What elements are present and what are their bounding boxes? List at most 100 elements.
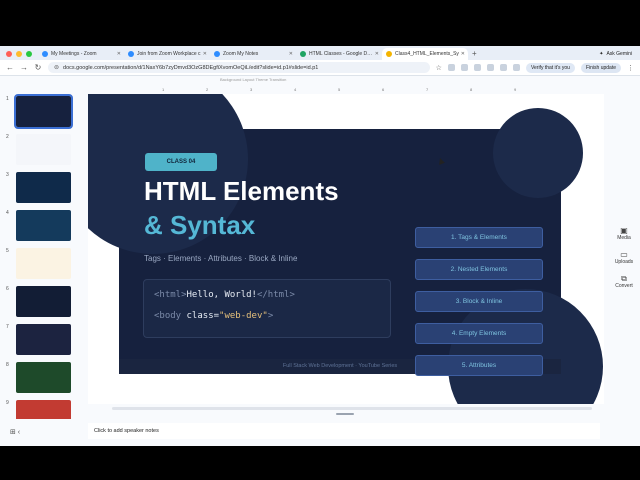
back-icon[interactable]: ←	[6, 63, 14, 72]
notes-resize-handle[interactable]	[336, 413, 354, 415]
tab-title: HTML Classes - Google Drive	[309, 51, 373, 57]
slide-number: 7	[6, 324, 9, 330]
close-tab-icon[interactable]: ✕	[461, 51, 465, 57]
slide-thumbnail[interactable]	[16, 362, 71, 393]
ask-gemini-button[interactable]: ✦ Ask Gemini	[591, 51, 640, 60]
tab-4-active[interactable]: Class4_HTML_Elements_Sy ✕	[382, 48, 468, 60]
close-tab-icon[interactable]: ✕	[289, 51, 293, 57]
minimize-window-icon[interactable]	[16, 51, 22, 57]
ruler-mark: 7	[426, 87, 429, 92]
slide-number: 8	[6, 362, 9, 368]
slide-number: 3	[6, 172, 9, 178]
ruler-mark: 6	[382, 87, 385, 92]
slide-number: 4	[6, 210, 9, 216]
media-label: Media	[617, 235, 631, 241]
extension-icon[interactable]	[473, 64, 481, 71]
extensions-puzzle-icon[interactable]	[499, 64, 507, 71]
slide-number: 6	[6, 286, 9, 292]
thumbnail-row[interactable]: 5	[6, 248, 71, 279]
new-tab-icon[interactable]: +	[468, 49, 481, 60]
ruler-mark: 2	[206, 87, 209, 92]
bookmark-star-icon[interactable]: ☆	[436, 64, 442, 72]
close-window-icon[interactable]	[6, 51, 12, 57]
slide-thumbnail[interactable]	[16, 248, 71, 279]
tab-2[interactable]: Zoom My Notes ✕	[210, 48, 296, 60]
ruler-mark: 9	[514, 87, 517, 92]
site-info-icon[interactable]: ⊜	[54, 64, 59, 71]
slide-thumbnail[interactable]	[16, 324, 71, 355]
tab-3[interactable]: HTML Classes - Google Drive ✕	[296, 48, 382, 60]
maximize-window-icon[interactable]	[26, 51, 32, 57]
close-tab-icon[interactable]: ✕	[203, 51, 207, 57]
thumbnail-row[interactable]: 3	[6, 172, 71, 203]
zoom-icon	[214, 51, 220, 57]
thumbnail-row[interactable]: 4	[6, 210, 71, 241]
convert-label: Convert	[615, 283, 633, 289]
slide-number: 2	[6, 134, 9, 140]
finish-update-button[interactable]: Finish update	[580, 62, 621, 73]
tab-1[interactable]: Join from Zoom Workplace c ✕	[124, 48, 210, 60]
thumbnail-row[interactable]: 8	[6, 362, 71, 393]
extension-icon[interactable]	[460, 64, 468, 71]
verify-identity-button[interactable]: Verify that it's you	[525, 62, 575, 73]
extension-icon[interactable]	[447, 64, 455, 71]
thumbnail-row[interactable]: 9	[6, 400, 71, 419]
uploads-button[interactable]: ▭ Uploads	[612, 250, 636, 265]
topic-item: 2. Nested Elements	[415, 259, 543, 280]
slide-thumbnail[interactable]	[16, 286, 71, 317]
tab-title: Class4_HTML_Elements_Sy	[395, 51, 459, 57]
ruler-mark: 5	[338, 87, 341, 92]
thumbnail-row[interactable]: 2	[6, 134, 71, 165]
extension-icon[interactable]	[486, 64, 494, 71]
download-icon[interactable]	[512, 64, 520, 71]
url-field[interactable]: ⊜ docs.google.com/presentation/d/1NaxY6b…	[48, 62, 430, 73]
close-tab-icon[interactable]: ✕	[117, 51, 121, 57]
reload-icon[interactable]: ↻	[34, 63, 42, 72]
slide-number: 1	[6, 96, 9, 102]
zoom-icon	[42, 51, 48, 57]
convert-icon: ⧉	[621, 274, 627, 283]
code-snippet-box: <html>Hello, World!</html> <body class="…	[143, 279, 391, 338]
more-menu-icon[interactable]: ⋮	[627, 64, 634, 72]
code-token: <body	[154, 311, 187, 321]
decorative-circle	[493, 108, 583, 198]
class-badge: CLASS 04	[145, 153, 217, 171]
ruler-mark: 1	[162, 87, 165, 92]
horizontal-scrollbar[interactable]	[112, 407, 592, 410]
address-bar-row: ← → ↻ ⊜ docs.google.com/presentation/d/1…	[0, 60, 640, 76]
ask-gemini-label: Ask Gemini	[606, 51, 632, 57]
close-tab-icon[interactable]: ✕	[375, 51, 379, 57]
topic-item: 4. Empty Elements	[415, 323, 543, 344]
tab-title: Zoom My Notes	[223, 51, 259, 57]
code-line-2: <body class="web-dev">	[154, 311, 273, 321]
thumbnail-row[interactable]: 7	[6, 324, 71, 355]
url-text: docs.google.com/presentation/d/1NaxY6b7z…	[63, 64, 319, 71]
slide-thumbnail[interactable]	[16, 172, 71, 203]
slide-thumbnail[interactable]	[16, 400, 71, 419]
slide-thumbnail-selected[interactable]	[14, 94, 73, 129]
ruler-mark: 3	[250, 87, 253, 92]
tab-title: Join from Zoom Workplace c	[137, 51, 201, 57]
thumbnail-row[interactable]: 6	[6, 286, 71, 317]
zoom-icon	[128, 51, 134, 57]
tab-0[interactable]: My Meetings - Zoom ✕	[38, 48, 124, 60]
slide-number: 9	[6, 400, 9, 406]
media-button[interactable]: ▣ Media	[612, 226, 636, 241]
convert-button[interactable]: ⧉ Convert	[612, 274, 636, 289]
slides-toolbar: Background Layout Theme Transition	[0, 76, 640, 84]
code-token: Hello, World!	[186, 290, 257, 300]
thumbnail-row[interactable]: 1	[6, 94, 73, 129]
grid-view-icon[interactable]: ⊞ ‹	[10, 428, 20, 436]
folder-icon: ▭	[620, 250, 628, 259]
topic-item: 1. Tags & Elements	[415, 227, 543, 248]
slide-canvas[interactable]: Full Stack Web Development · YouTube Ser…	[88, 94, 604, 404]
slide-thumbnail[interactable]	[16, 210, 71, 241]
code-token: "web-dev"	[219, 311, 268, 321]
forward-icon[interactable]: →	[20, 63, 28, 72]
slide-title-accent: & Syntax	[144, 210, 256, 240]
code-token: </html>	[256, 290, 295, 300]
horizontal-ruler: 1 2 3 4 5 6 7 8 9	[88, 86, 608, 94]
speaker-notes-field[interactable]: Click to add speaker notes	[88, 423, 600, 439]
ruler-mark: 8	[470, 87, 473, 92]
slide-thumbnail[interactable]	[16, 134, 71, 165]
